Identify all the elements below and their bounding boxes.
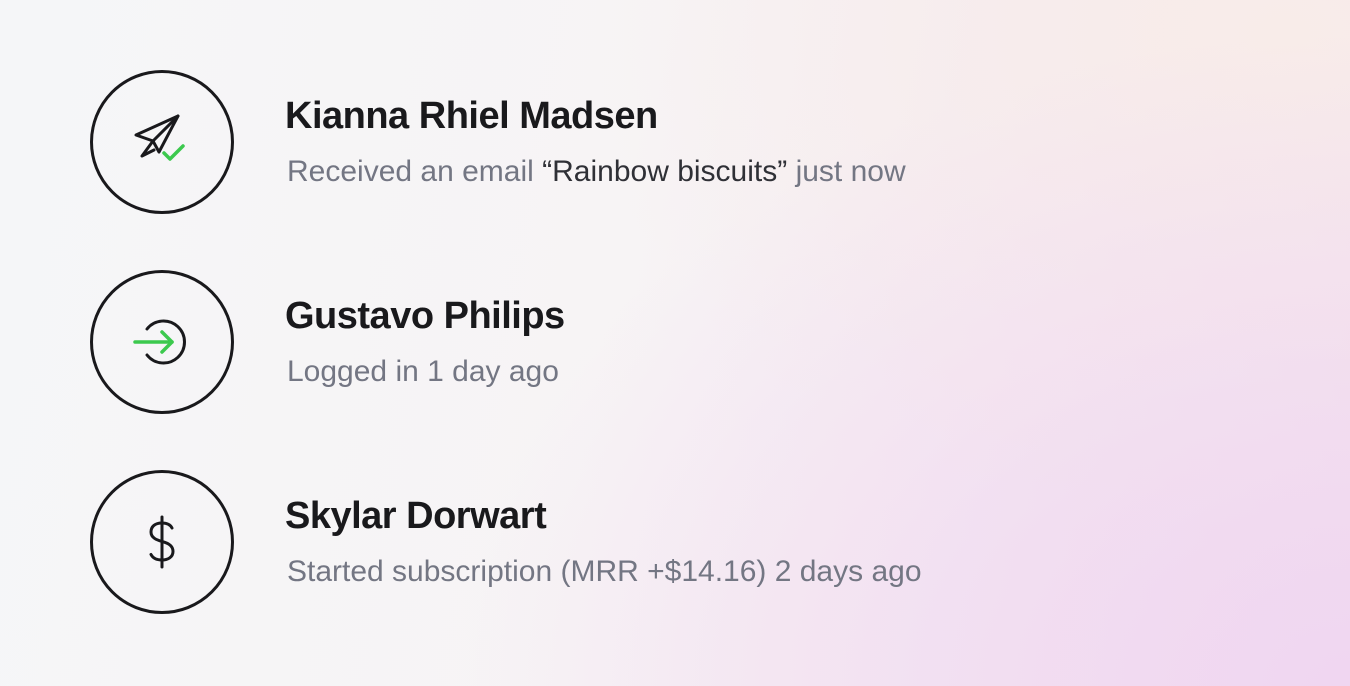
description-time: just now: [787, 155, 906, 188]
dollar-sign-icon: [149, 515, 175, 569]
activity-description: Logged in 1 day ago: [287, 355, 559, 388]
activity-icon-circle: [90, 270, 234, 414]
description-text: Received an email: [287, 155, 543, 188]
activity-icon-circle: [90, 470, 234, 614]
login-arrow-icon: [133, 319, 186, 365]
activity-item: Gustavo Philips Logged in 1 day ago: [90, 270, 1090, 414]
activity-icon-circle: [90, 70, 234, 214]
activity-item: Skylar Dorwart Started subscription (MRR…: [90, 470, 1090, 614]
activity-description: Started subscription (MRR +$14.16) 2 day…: [287, 555, 922, 588]
user-name: Gustavo Philips: [285, 295, 565, 337]
user-name: Kianna Rhiel Madsen: [285, 95, 658, 137]
paper-plane-check-icon: [134, 114, 185, 161]
email-subject: “Rainbow biscuits”: [542, 155, 788, 188]
activity-item: Kianna Rhiel Madsen Received an email “R…: [90, 70, 1090, 214]
user-name: Skylar Dorwart: [285, 495, 547, 537]
activity-description: Received an email “Rainbow biscuits” jus…: [287, 154, 906, 190]
